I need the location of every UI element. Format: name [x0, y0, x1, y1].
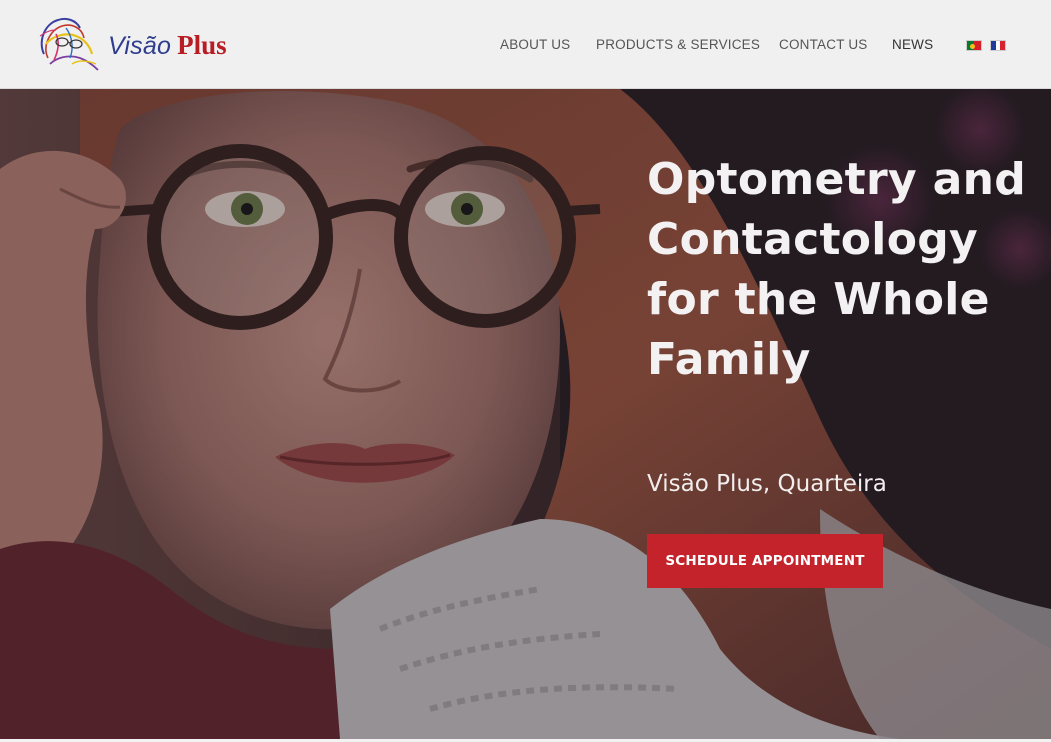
flag-france-icon[interactable] [990, 40, 1006, 51]
main-nav: ABOUT US PRODUCTS & SERVICES CONTACT US … [0, 36, 1051, 54]
nav-products-services[interactable]: PRODUCTS & SERVICES [596, 36, 760, 54]
hero-subtitle: Visão Plus, Quarteira [647, 471, 887, 497]
flag-portugal-icon[interactable] [966, 40, 982, 51]
nav-about-us[interactable]: ABOUT US [500, 36, 570, 54]
schedule-appointment-button[interactable]: SCHEDULE APPOINTMENT [647, 534, 883, 588]
nav-news[interactable]: NEWS [892, 36, 933, 54]
nav-contact-us[interactable]: CONTACT US [779, 36, 868, 54]
hero-section: Optometry and Contactology for the Whole… [0, 89, 1051, 739]
hero-title: Optometry and Contactology for the Whole… [647, 154, 1026, 385]
site-header: Visão Plus ABOUT US PRODUCTS & SERVICES C… [0, 0, 1051, 89]
